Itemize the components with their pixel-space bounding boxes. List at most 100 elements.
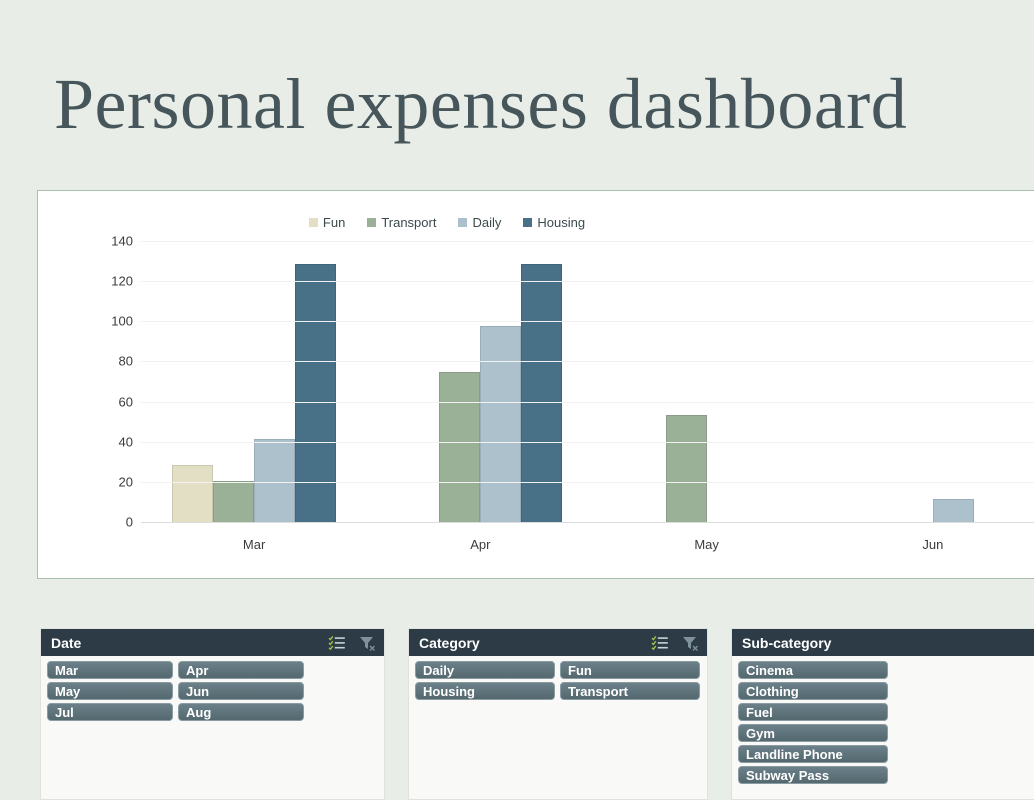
chart-bar[interactable] (439, 372, 481, 523)
chart-bar[interactable] (665, 414, 707, 523)
slicer-category[interactable]: Category Daily Fun Housing Transport (408, 628, 708, 800)
slicer-item[interactable]: Subway Pass (738, 766, 888, 784)
slicer-item[interactable]: Fun (560, 661, 700, 679)
slicer-subcategory-items: Cinema Clothing Fuel Gym Landline Phone Subwa… (732, 656, 1034, 790)
slicer-item[interactable]: Daily (415, 661, 555, 679)
slicer-date[interactable]: Date Mar Apr May Jun Jul Aug (40, 628, 385, 800)
chart-plot-area: Mar Apr May Jun 0 20 40 60 80 100 120 140 (96, 234, 1034, 552)
chart-bar-slot (480, 242, 522, 523)
slicer-category-header: Category (409, 629, 707, 656)
chart-bar-groups: Mar Apr May Jun (141, 242, 1034, 552)
chart-category-group: May (594, 242, 820, 552)
chart-bar[interactable] (295, 264, 337, 523)
legend-item: Transport (367, 215, 436, 230)
chart-bar[interactable] (480, 326, 522, 523)
legend-swatch-icon (367, 218, 377, 227)
chart-bar-slot (748, 242, 789, 523)
page-title: Personal expenses dashboard (54, 64, 908, 144)
y-axis-tick-label: 20 (118, 474, 133, 490)
slicer-subcategory-title: Sub-category (742, 634, 832, 651)
chart-legend: Fun Transport Daily Housing (38, 215, 1034, 230)
slicer-item[interactable]: Jul (47, 703, 173, 721)
slicer-subcategory-header: Sub-category (732, 629, 1034, 656)
slicer-item[interactable]: Clothing (738, 682, 888, 700)
chart-bar-slot (665, 242, 707, 523)
x-axis-tick-label: Mar (242, 537, 266, 552)
chart-bar[interactable] (932, 498, 974, 523)
chart-bar-slot (213, 242, 255, 523)
chart-bars (141, 242, 367, 523)
slicer-item[interactable]: Transport (560, 682, 700, 700)
chart-bar-slot (295, 242, 337, 523)
slicer-item[interactable]: Landline Phone (738, 745, 888, 763)
chart-bar-slot (932, 242, 974, 523)
chart-gridline: 0 (126, 515, 1034, 530)
chart-gridline: 140 (111, 234, 1034, 249)
legend-swatch-icon (458, 218, 468, 227)
clear-filter-icon[interactable] (358, 635, 376, 651)
x-axis-tick-label: Jun (922, 537, 944, 552)
chart-bar[interactable] (254, 438, 296, 523)
chart-bar-slot (172, 242, 214, 523)
slicer-date-title: Date (51, 634, 82, 651)
chart-bar[interactable] (172, 464, 214, 523)
slicer-item[interactable]: Aug (178, 703, 304, 721)
chart-category-group: Mar (141, 242, 367, 552)
dashboard-page: Personal expenses dashboard Fun Transport… (0, 0, 1034, 800)
slicer-category-items: Daily Fun Housing Transport (409, 656, 707, 706)
chart-gridline: 100 (111, 314, 1034, 329)
slicer-item[interactable]: May (47, 682, 173, 700)
chart-bar[interactable] (213, 480, 255, 523)
multi-select-icon[interactable] (651, 635, 669, 651)
multi-select-icon[interactable] (328, 635, 346, 651)
slicer-category-title: Category (419, 634, 480, 651)
chart-category-group: Apr (367, 242, 593, 552)
x-axis-tick-label: Apr (470, 537, 491, 552)
slicer-item[interactable]: Fuel (738, 703, 888, 721)
chart-bar-slot (439, 242, 481, 523)
slicer-item[interactable]: Cinema (738, 661, 888, 679)
slicer-category-icons (651, 635, 699, 651)
chart-bar-slot (707, 242, 748, 523)
legend-label: Housing (537, 215, 586, 230)
legend-swatch-icon (308, 218, 318, 227)
chart-gridline: 80 (119, 354, 1034, 369)
chart-gridline: 60 (119, 394, 1034, 409)
legend-label: Daily (472, 215, 502, 230)
y-axis-tick-label: 140 (111, 233, 133, 249)
chart-gridline: 20 (119, 474, 1034, 489)
chart-bar-slot (521, 242, 563, 523)
y-axis-tick-label: 40 (118, 434, 133, 450)
chart-gridline: 40 (119, 434, 1034, 449)
legend-item: Housing (523, 215, 585, 230)
chart-bars (594, 242, 820, 523)
slicer-item[interactable]: Mar (47, 661, 173, 679)
legend-swatch-icon (523, 218, 533, 227)
chart-bars (367, 242, 593, 523)
clear-filter-icon[interactable] (681, 635, 699, 651)
legend-label: Transport (381, 215, 437, 230)
x-axis-tick-label: May (694, 537, 719, 552)
y-axis-tick-label: 0 (125, 514, 133, 530)
chart-category-group: Jun (820, 242, 1034, 552)
slicer-subcategory[interactable]: Sub-category Cinema Clothing Fuel Gym Landli… (731, 628, 1034, 800)
y-axis-tick-label: 60 (118, 394, 133, 410)
slicer-item[interactable]: Gym (738, 724, 888, 742)
chart-bar-slot (398, 242, 439, 523)
chart-gridline: 120 (111, 274, 1034, 289)
slicer-item[interactable]: Apr (178, 661, 304, 679)
slicer-item[interactable]: Housing (415, 682, 555, 700)
chart-bar-slot (851, 242, 892, 523)
legend-item: Daily (458, 215, 501, 230)
slicer-item[interactable]: Jun (178, 682, 304, 700)
legend-label: Fun (322, 215, 346, 230)
chart-bar[interactable] (521, 264, 563, 523)
slicer-date-header: Date (41, 629, 384, 656)
chart-bar-slot (254, 242, 296, 523)
y-axis-tick-label: 100 (111, 313, 133, 329)
slicer-date-items: Mar Apr May Jun Jul Aug (41, 656, 384, 727)
chart-bars (820, 242, 1034, 523)
chart-bar-slot (625, 242, 666, 523)
chart-plot-inner: Mar Apr May Jun 0 20 40 60 80 100 120 140 (111, 234, 1034, 552)
chart-bar-slot (974, 242, 1015, 523)
